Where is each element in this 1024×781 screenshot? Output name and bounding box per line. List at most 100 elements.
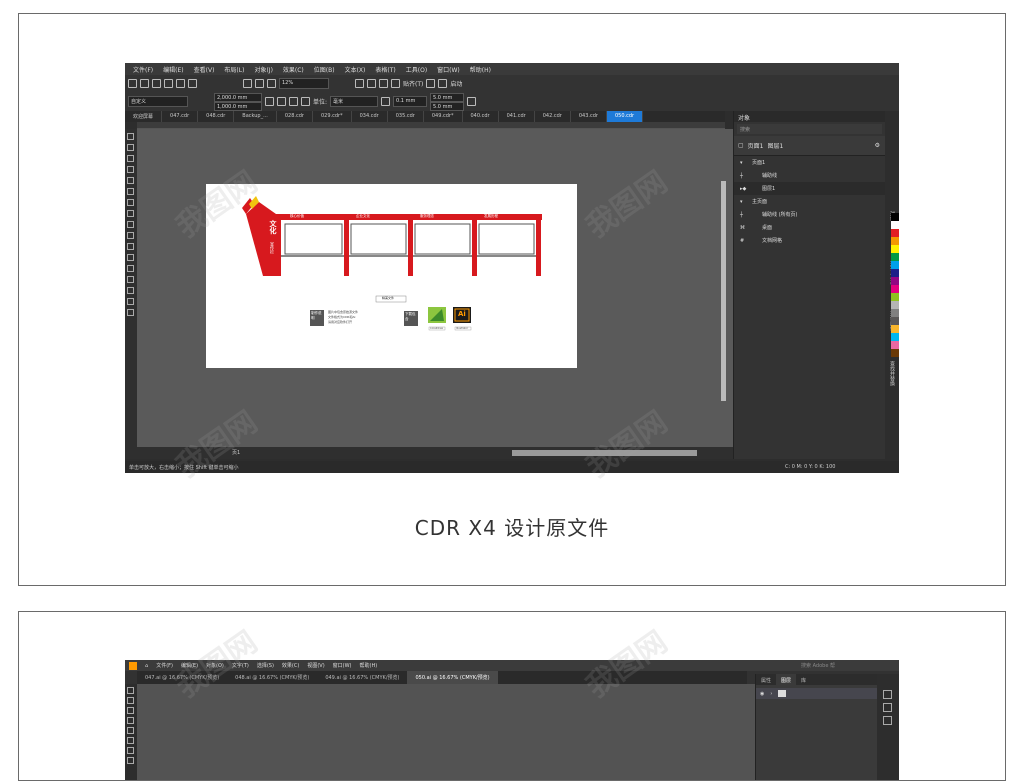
menu-view[interactable]: 查看(V) <box>189 65 220 74</box>
menu-help[interactable]: 帮助(H) <box>465 65 496 74</box>
paintbrush-tool-icon[interactable] <box>127 727 134 734</box>
expand-toggle-icon[interactable]: ▾ <box>740 160 752 166</box>
ai-canvas[interactable] <box>137 684 755 780</box>
horizontal-scrollbar[interactable]: 页1 <box>137 447 733 459</box>
menu-select[interactable]: 选择(S) <box>253 662 278 669</box>
color-swatch[interactable] <box>891 213 899 221</box>
libraries-panel-icon[interactable] <box>883 716 892 725</box>
direct-selection-tool-icon[interactable] <box>127 697 134 704</box>
menu-help[interactable]: 帮助(H) <box>356 662 382 669</box>
smart-fill-tool-icon[interactable] <box>127 309 134 316</box>
ellipse-tool-icon[interactable] <box>127 210 134 217</box>
print-icon[interactable] <box>188 79 197 88</box>
properties-panel-icon[interactable] <box>883 690 892 699</box>
color-swatch[interactable] <box>891 261 899 269</box>
tab-document[interactable]: 049.ai @ 16.67% (CMYK/预览) <box>317 671 407 684</box>
crop-tool-icon[interactable] <box>127 155 134 162</box>
transparency-tool-icon[interactable] <box>127 276 134 283</box>
tab-document[interactable]: 048.cdr <box>198 111 235 122</box>
current-page-label[interactable]: 页面1 <box>748 141 764 150</box>
connector-tool-icon[interactable] <box>127 254 134 261</box>
tab-properties[interactable]: 属性 <box>756 674 776 685</box>
menu-effects[interactable]: 效果(C) <box>278 65 309 74</box>
document-page[interactable]: 文化 宣传栏 核心价值 企业文化 服务理念 发展历程 制作说明 下载包含 图片中… <box>206 184 577 368</box>
snap-to-button[interactable]: 贴齐(T) <box>403 79 423 88</box>
polygon-tool-icon[interactable] <box>127 221 134 228</box>
full-screen-icon[interactable] <box>355 79 364 88</box>
pen-tool-icon[interactable] <box>127 707 134 714</box>
app-launcher-icon[interactable] <box>438 79 448 88</box>
color-swatch[interactable] <box>891 341 899 349</box>
units-select[interactable]: 毫米 <box>330 96 379 107</box>
page-size-preset-select[interactable]: 自定义 <box>128 96 188 107</box>
tab-document[interactable]: 028.cdr <box>277 111 313 122</box>
menu-layout[interactable]: 布局(L) <box>219 65 249 74</box>
color-swatch[interactable] <box>891 325 899 333</box>
parallel-dimension-tool-icon[interactable] <box>127 243 134 250</box>
help-search[interactable]: 搜索 Adobe 帮 <box>797 662 839 669</box>
publish-pdf-icon[interactable] <box>267 79 276 88</box>
grid-icon[interactable] <box>379 79 388 88</box>
expand-chevron-icon[interactable]: › <box>770 691 772 697</box>
tab-libraries[interactable]: 库 <box>796 674 811 685</box>
export-icon[interactable] <box>255 79 264 88</box>
tab-document[interactable]: 043.cdr <box>571 111 607 122</box>
objects-search[interactable]: 搜索 <box>737 124 882 134</box>
color-swatch[interactable] <box>891 309 899 317</box>
shape-tool-icon[interactable] <box>127 737 134 744</box>
interactive-fill-tool-icon[interactable] <box>127 298 134 305</box>
menu-view[interactable]: 视图(V) <box>303 662 328 669</box>
tree-item[interactable]: ▾ 主页面 <box>734 195 885 208</box>
tree-item[interactable]: ┼ 辅助线 <box>734 169 885 182</box>
selection-tool-icon[interactable] <box>127 687 134 694</box>
options-gear-icon[interactable] <box>426 79 436 88</box>
tab-document-active[interactable]: 050.cdr <box>607 111 644 122</box>
tree-item[interactable]: ┼ 辅助线 (所有页) <box>734 208 885 221</box>
shape-tool-icon[interactable] <box>127 144 134 151</box>
page-width-field[interactable]: 2,000.0 mm <box>214 92 262 102</box>
expand-toggle-icon[interactable]: ▾ <box>740 199 752 205</box>
text-tool-icon[interactable] <box>127 232 134 239</box>
layer-row[interactable]: ◉ › <box>756 688 877 699</box>
color-swatch[interactable] <box>891 269 899 277</box>
color-swatch[interactable] <box>891 317 899 325</box>
pencil-tool-icon[interactable] <box>127 747 134 754</box>
color-swatch[interactable] <box>891 293 899 301</box>
all-pages-icon[interactable] <box>289 97 298 106</box>
landscape-icon[interactable] <box>277 97 286 106</box>
tab-document[interactable]: 040.cdr <box>463 111 499 122</box>
color-swatch[interactable] <box>891 237 899 245</box>
color-swatch[interactable] <box>891 229 899 237</box>
tab-document-active[interactable]: 050.ai @ 16.67% (CMYK/预览) <box>407 671 498 684</box>
type-tool-icon[interactable] <box>127 757 134 764</box>
guidelines-icon[interactable] <box>391 79 400 88</box>
menu-edit[interactable]: 编辑(E) <box>177 662 202 669</box>
import-icon[interactable] <box>243 79 252 88</box>
pick-tool-icon[interactable] <box>127 133 134 140</box>
visibility-eye-icon[interactable]: ◉ <box>760 691 764 697</box>
zoom-tool-icon[interactable] <box>127 166 134 173</box>
color-swatch[interactable] <box>891 349 899 357</box>
tab-document[interactable]: 049.cdr* <box>424 111 463 122</box>
current-layer-label[interactable]: 图层1 <box>768 141 784 150</box>
menu-object[interactable]: 对象(O) <box>202 662 228 669</box>
rectangle-tool-icon[interactable] <box>127 199 134 206</box>
home-icon[interactable]: ⌂ <box>141 663 152 669</box>
tab-document[interactable]: 035.cdr <box>388 111 424 122</box>
duplicate-y-field[interactable]: 5.0 mm <box>430 101 465 111</box>
portrait-icon[interactable] <box>265 97 274 106</box>
scrollbar-thumb[interactable] <box>512 450 697 456</box>
tab-document[interactable]: 048.ai @ 16.67% (CMYK/预览) <box>227 671 317 684</box>
tree-item[interactable]: ▾ 页面1 <box>734 156 885 169</box>
drop-shadow-tool-icon[interactable] <box>127 265 134 272</box>
menu-table[interactable]: 表格(T) <box>370 65 400 74</box>
tab-layers[interactable]: 图层 <box>776 674 797 685</box>
launch-button[interactable]: 启动 <box>450 79 462 88</box>
zoom-level-select[interactable]: 12% <box>279 78 329 89</box>
color-swatch[interactable] <box>891 301 899 309</box>
menu-text[interactable]: 文本(X) <box>340 65 371 74</box>
tab-welcome[interactable]: 欢迎屏幕 <box>125 111 163 122</box>
menu-window[interactable]: 窗口(W) <box>329 662 356 669</box>
menu-file[interactable]: 文件(F) <box>152 662 177 669</box>
tab-document[interactable]: 034.cdr <box>352 111 388 122</box>
